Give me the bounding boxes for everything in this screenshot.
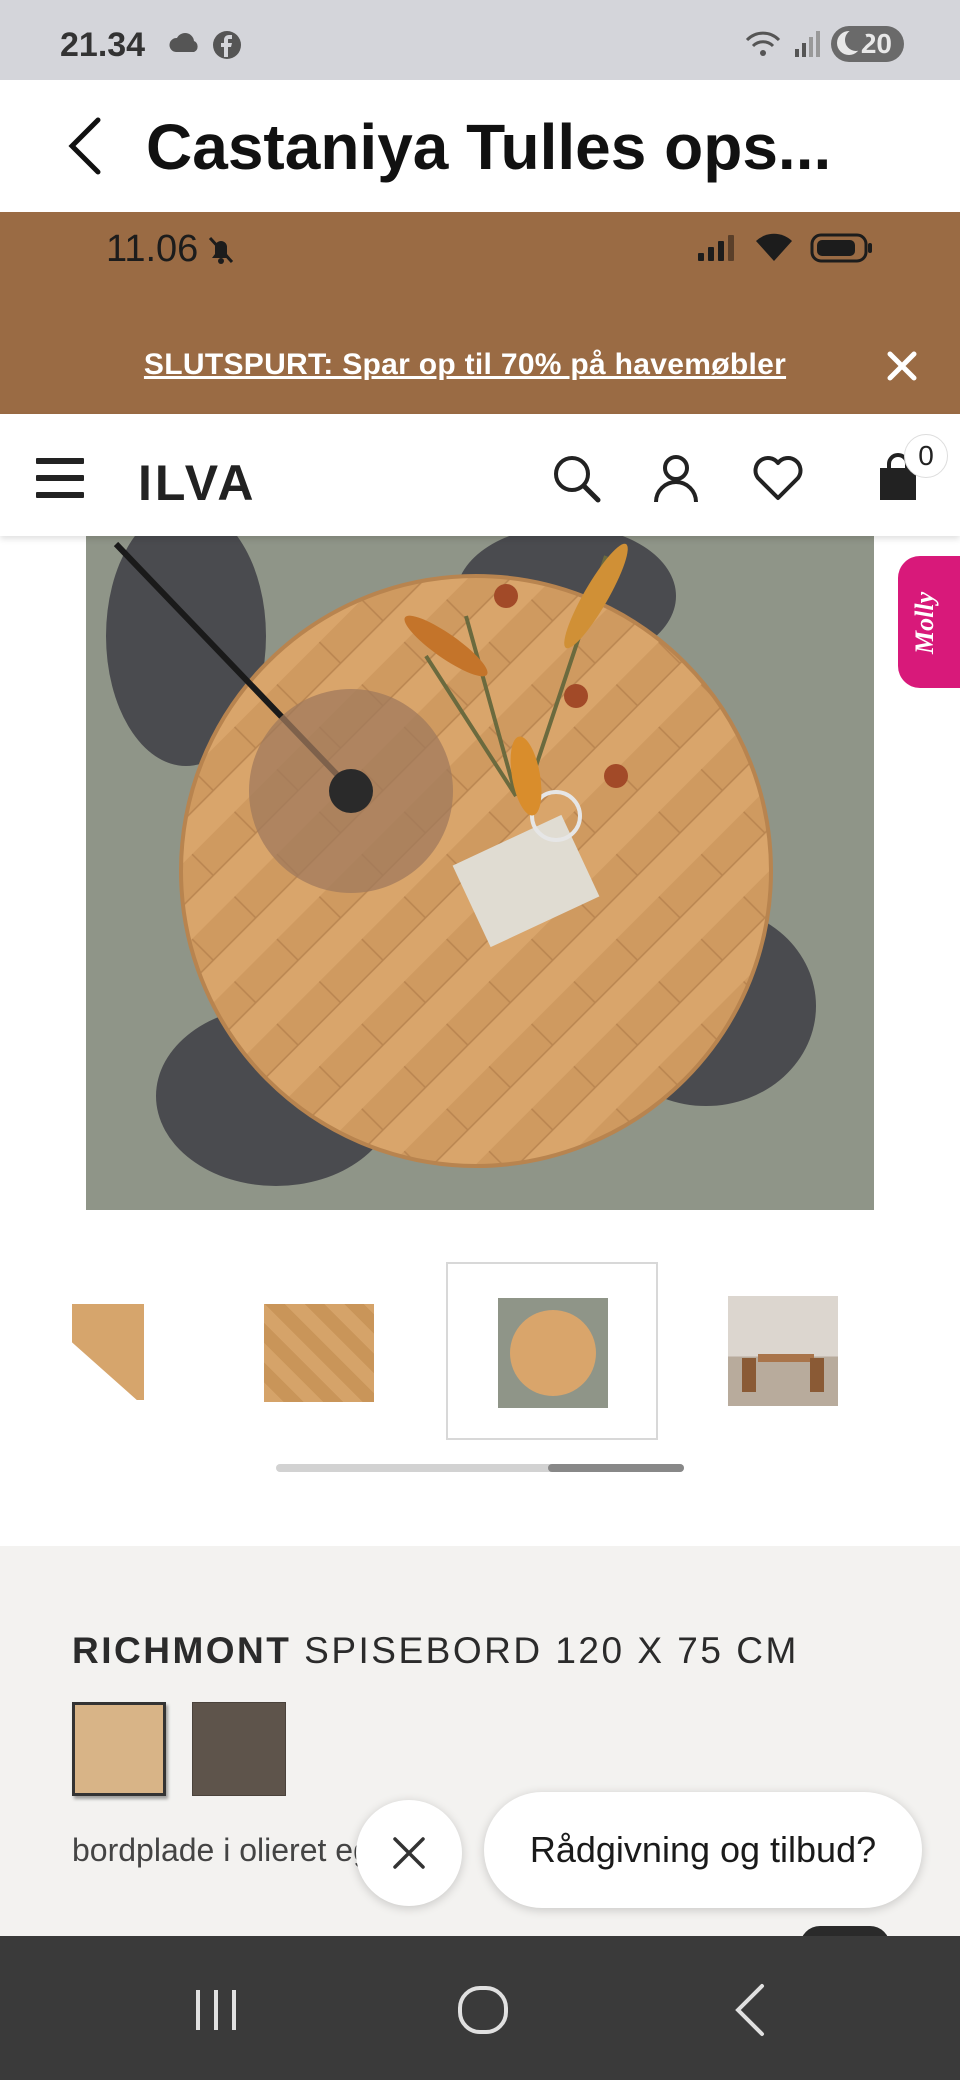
close-icon[interactable] xyxy=(884,348,920,384)
bell-muted-icon xyxy=(209,236,234,264)
thumbnail-2[interactable] xyxy=(240,1262,452,1440)
thumbnail-4[interactable] xyxy=(676,1262,888,1440)
inner-signal-icon xyxy=(698,235,734,261)
inner-battery-icon xyxy=(810,233,872,263)
back-arrow-icon[interactable] xyxy=(56,114,116,178)
close-icon xyxy=(393,1837,425,1869)
promo-banner: 11.06 SLUTSPURT: Spar op til 70% på have… xyxy=(0,212,960,414)
chat-close-button[interactable] xyxy=(356,1800,462,1906)
scrollbar-thumb[interactable] xyxy=(548,1464,684,1472)
page-title: Castaniya Tulles ops... xyxy=(146,111,832,183)
product-title: RICHMONT SPISEBORD 120 X 75 CM xyxy=(72,1630,799,1671)
moon-icon xyxy=(836,29,867,55)
molly-chat-tab[interactable]: Molly xyxy=(898,556,960,688)
thumbnail-3-selected[interactable] xyxy=(446,1262,658,1440)
color-swatch-dark[interactable] xyxy=(192,1702,286,1796)
store-logo[interactable]: ILVA xyxy=(138,454,256,512)
search-icon[interactable] xyxy=(548,450,604,506)
facebook-icon xyxy=(213,31,241,59)
promo-link[interactable]: SLUTSPURT: Spar op til 70% på havemøbler xyxy=(0,348,930,382)
signal-icon xyxy=(794,31,820,57)
inner-status-time: 11.06 xyxy=(106,228,199,270)
table-photo xyxy=(86,536,874,1210)
back-icon[interactable] xyxy=(712,1970,792,2050)
thumbnail-scrollbar[interactable] xyxy=(276,1464,684,1472)
home-icon[interactable] xyxy=(444,1970,524,2050)
system-navigation-bar xyxy=(0,1936,960,2080)
chat-prompt-bubble[interactable]: Rådgivning og tilbud? xyxy=(484,1792,922,1908)
menu-icon[interactable] xyxy=(36,458,84,498)
cart-count-badge: 0 xyxy=(904,434,948,478)
wifi-icon xyxy=(745,31,780,56)
battery-indicator: 20 xyxy=(830,26,904,62)
heart-icon[interactable] xyxy=(750,450,806,506)
user-icon[interactable] xyxy=(648,450,704,506)
inner-wifi-icon xyxy=(756,233,792,261)
store-navbar: ILVA 0 xyxy=(0,414,960,536)
status-time: 21.34 xyxy=(60,26,146,64)
product-image[interactable] xyxy=(86,536,874,1210)
system-status-bar: 21.34 20 xyxy=(0,0,960,80)
color-swatch-oak[interactable] xyxy=(72,1702,166,1796)
app-header: Castaniya Tulles ops... xyxy=(0,80,960,212)
recent-apps-icon[interactable] xyxy=(176,1970,256,2050)
cloud-icon xyxy=(169,33,198,52)
